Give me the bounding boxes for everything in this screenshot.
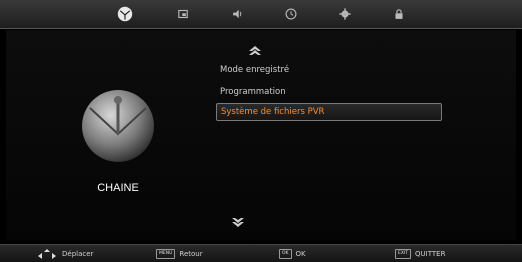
section-label: CHAINE	[97, 182, 139, 194]
exit-label: QUITTER	[415, 250, 446, 258]
arrow-keys-icon	[38, 249, 56, 259]
menu-key: MENU	[156, 249, 176, 259]
menu-item-pvr-file-system[interactable]: Système de fichiers PVR	[216, 103, 442, 121]
tab-setup[interactable]	[337, 6, 353, 22]
tab-time[interactable]	[283, 6, 299, 22]
top-tab-bar	[0, 0, 522, 29]
back-hint: MENU Retour	[156, 248, 203, 260]
main-panel: CHAINE Mode enregistré Programmation Sys…	[6, 30, 516, 240]
menu-item-recorded-mode[interactable]: Mode enregistré	[216, 60, 442, 80]
settings-menu: Mode enregistré Programmation Système de…	[216, 60, 442, 123]
move-hint: Déplacer	[36, 248, 93, 260]
ok-hint: OK OK	[279, 248, 306, 260]
exit-key: EXIT	[395, 249, 412, 259]
scroll-down-icon[interactable]	[230, 217, 246, 229]
tab-lock[interactable]	[391, 6, 407, 22]
tab-channel[interactable]	[117, 6, 133, 22]
ok-key: OK	[279, 249, 292, 259]
move-label: Déplacer	[62, 250, 94, 258]
ok-label: OK	[295, 250, 306, 258]
help-bar: Déplacer MENU Retour OK OK EXIT QUITTER	[0, 244, 522, 262]
back-label: Retour	[179, 250, 203, 258]
satellite-dish-icon	[117, 6, 133, 22]
sound-icon	[233, 9, 242, 19]
gear-icon	[339, 8, 351, 20]
lock-icon	[395, 9, 403, 19]
tab-picture[interactable]	[175, 6, 191, 22]
satellite-dish-icon	[82, 90, 154, 162]
clock-icon	[285, 8, 297, 20]
menu-item-schedule[interactable]: Programmation	[216, 82, 442, 102]
tab-sound[interactable]	[230, 6, 246, 22]
scroll-up-icon[interactable]	[247, 44, 263, 56]
exit-hint: EXIT QUITTER	[395, 248, 445, 260]
picture-icon	[178, 9, 188, 19]
